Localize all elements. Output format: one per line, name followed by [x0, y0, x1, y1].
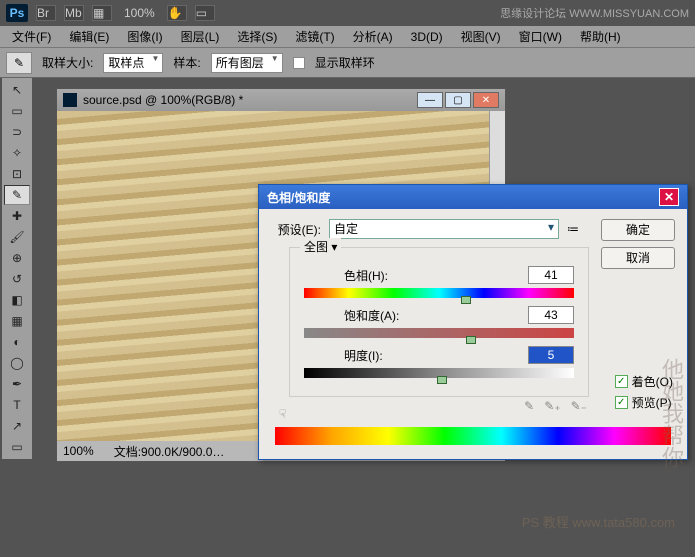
menu-image[interactable]: 图像(I): [119, 26, 170, 47]
hand-icon[interactable]: ✋: [167, 5, 187, 21]
menu-edit[interactable]: 编辑(E): [61, 26, 117, 47]
dodge-tool[interactable]: ◯: [4, 353, 30, 373]
colorize-label: 着色(O): [632, 373, 673, 390]
cancel-button[interactable]: 取消: [601, 247, 675, 269]
lightness-row: 明度(I):: [304, 346, 574, 378]
menu-layer[interactable]: 图层(L): [173, 26, 228, 47]
gradient-tool[interactable]: ▦: [4, 311, 30, 331]
status-zoom[interactable]: 100%: [63, 444, 94, 458]
bridge-icon[interactable]: Br: [36, 5, 56, 21]
maximize-button[interactable]: ▢: [445, 92, 471, 108]
close-button[interactable]: ✕: [473, 92, 499, 108]
saturation-slider[interactable]: [304, 328, 574, 338]
zoom-level[interactable]: 100%: [124, 6, 155, 20]
hue-row: 色相(H):: [304, 266, 574, 298]
eyedropper-tool-icon[interactable]: ✎: [6, 52, 32, 74]
edit-group: 全图 ▾ 色相(H): 饱和度(A):: [289, 247, 589, 397]
brush-tool[interactable]: 🖌: [4, 227, 30, 247]
menu-view[interactable]: 视图(V): [453, 26, 509, 47]
document-icon: [63, 93, 77, 107]
menu-3d[interactable]: 3D(D): [403, 28, 451, 46]
sample-size-select[interactable]: 取样点: [103, 53, 163, 73]
show-ring-checkbox[interactable]: [293, 57, 305, 69]
toolbox: ↖ ▭ ⊃ ✧ ⊡ ✎ ✚ 🖌 ⊕ ↺ ◧ ▦ ◐ ◯ ✒ T ↗ ▭: [2, 78, 32, 459]
preset-select[interactable]: 自定: [329, 219, 559, 239]
preset-label: 预设(E):: [271, 221, 321, 238]
menu-analysis[interactable]: 分析(A): [345, 26, 401, 47]
lasso-tool[interactable]: ⊃: [4, 122, 30, 142]
layout-icon[interactable]: ▦: [92, 5, 112, 21]
preview-checkbox[interactable]: ✓: [615, 396, 628, 409]
preset-menu-icon[interactable]: ≔: [567, 222, 579, 236]
eyedropper-tool[interactable]: ✎: [4, 185, 30, 205]
hand-icon[interactable]: ☟: [279, 407, 286, 421]
marquee-tool[interactable]: ▭: [4, 101, 30, 121]
saturation-label: 饱和度(A):: [344, 307, 399, 324]
photoshop-logo: Ps: [6, 4, 28, 22]
mini-bridge-icon[interactable]: Mb: [64, 5, 84, 21]
app-topbar: Ps Br Mb ▦ 100% ✋ ▭ 思缘设计论坛 WWW.MISSYUAN.…: [0, 0, 695, 26]
screen-mode-icon[interactable]: ▭: [195, 5, 215, 21]
dialog-title: 色相/饱和度: [267, 189, 330, 206]
saturation-input[interactable]: [528, 306, 574, 324]
menu-bar: 文件(F) 编辑(E) 图像(I) 图层(L) 选择(S) 滤镜(T) 分析(A…: [0, 26, 695, 48]
path-tool[interactable]: ↗: [4, 416, 30, 436]
sample-label: 样本:: [173, 54, 200, 71]
menu-select[interactable]: 选择(S): [229, 26, 285, 47]
type-tool[interactable]: T: [4, 395, 30, 415]
crop-tool[interactable]: ⊡: [4, 164, 30, 184]
document-title: source.psd @ 100%(RGB/8) *: [83, 93, 243, 107]
hue-saturation-dialog: 色相/饱和度 ✕ 预设(E): 自定 ≔ 确定 取消 全图 ▾ 色相(H):: [258, 184, 688, 460]
eraser-tool[interactable]: ◧: [4, 290, 30, 310]
menu-filter[interactable]: 滤镜(T): [287, 26, 342, 47]
menu-help[interactable]: 帮助(H): [572, 26, 629, 47]
show-ring-label: 显示取样环: [315, 54, 375, 71]
eyedropper-sub-icon[interactable]: ✎₋: [571, 399, 587, 413]
shape-tool[interactable]: ▭: [4, 437, 30, 457]
preview-label: 预览(P): [632, 394, 672, 411]
stamp-tool[interactable]: ⊕: [4, 248, 30, 268]
menu-file[interactable]: 文件(F): [4, 26, 59, 47]
lightness-input[interactable]: [528, 346, 574, 364]
minimize-button[interactable]: —: [417, 92, 443, 108]
eyedropper-buttons: ✎ ✎₊ ✎₋: [524, 399, 587, 413]
history-brush-tool[interactable]: ↺: [4, 269, 30, 289]
heal-tool[interactable]: ✚: [4, 206, 30, 226]
brand-text: 思缘设计论坛 WWW.MISSYUAN.COM: [500, 5, 689, 21]
spectrum-bar-top: [275, 427, 671, 445]
wand-tool[interactable]: ✧: [4, 143, 30, 163]
sample-layers-select[interactable]: 所有图层: [211, 53, 283, 73]
blur-tool[interactable]: ◐: [4, 332, 30, 352]
menu-window[interactable]: 窗口(W): [511, 26, 570, 47]
ok-button[interactable]: 确定: [601, 219, 675, 241]
document-titlebar[interactable]: source.psd @ 100%(RGB/8) * — ▢ ✕: [57, 89, 505, 111]
eyedropper-add-icon[interactable]: ✎₊: [544, 399, 560, 413]
hue-slider[interactable]: [304, 288, 574, 298]
status-docinfo[interactable]: 文档:900.0K/900.0…: [114, 443, 225, 460]
move-tool[interactable]: ↖: [4, 80, 30, 100]
options-bar: ✎ 取样大小: 取样点 样本: 所有图层 显示取样环: [0, 48, 695, 78]
hue-label: 色相(H):: [344, 267, 388, 284]
saturation-row: 饱和度(A):: [304, 306, 574, 338]
lightness-slider[interactable]: [304, 368, 574, 378]
hue-input[interactable]: [528, 266, 574, 284]
edit-range-select[interactable]: 全图 ▾: [300, 238, 341, 255]
dialog-close-button[interactable]: ✕: [659, 188, 679, 206]
pen-tool[interactable]: ✒: [4, 374, 30, 394]
lightness-label: 明度(I):: [344, 347, 383, 364]
watermark-url: PS 教程 www.tata580.com: [522, 512, 675, 531]
eyedropper-icon[interactable]: ✎: [524, 399, 534, 413]
colorize-checkbox[interactable]: ✓: [615, 375, 628, 388]
dialog-titlebar[interactable]: 色相/饱和度 ✕: [259, 185, 687, 209]
sample-size-label: 取样大小:: [42, 54, 93, 71]
workspace: ↖ ▭ ⊃ ✧ ⊡ ✎ ✚ 🖌 ⊕ ↺ ◧ ▦ ◐ ◯ ✒ T ↗ ▭ sour…: [0, 78, 695, 557]
